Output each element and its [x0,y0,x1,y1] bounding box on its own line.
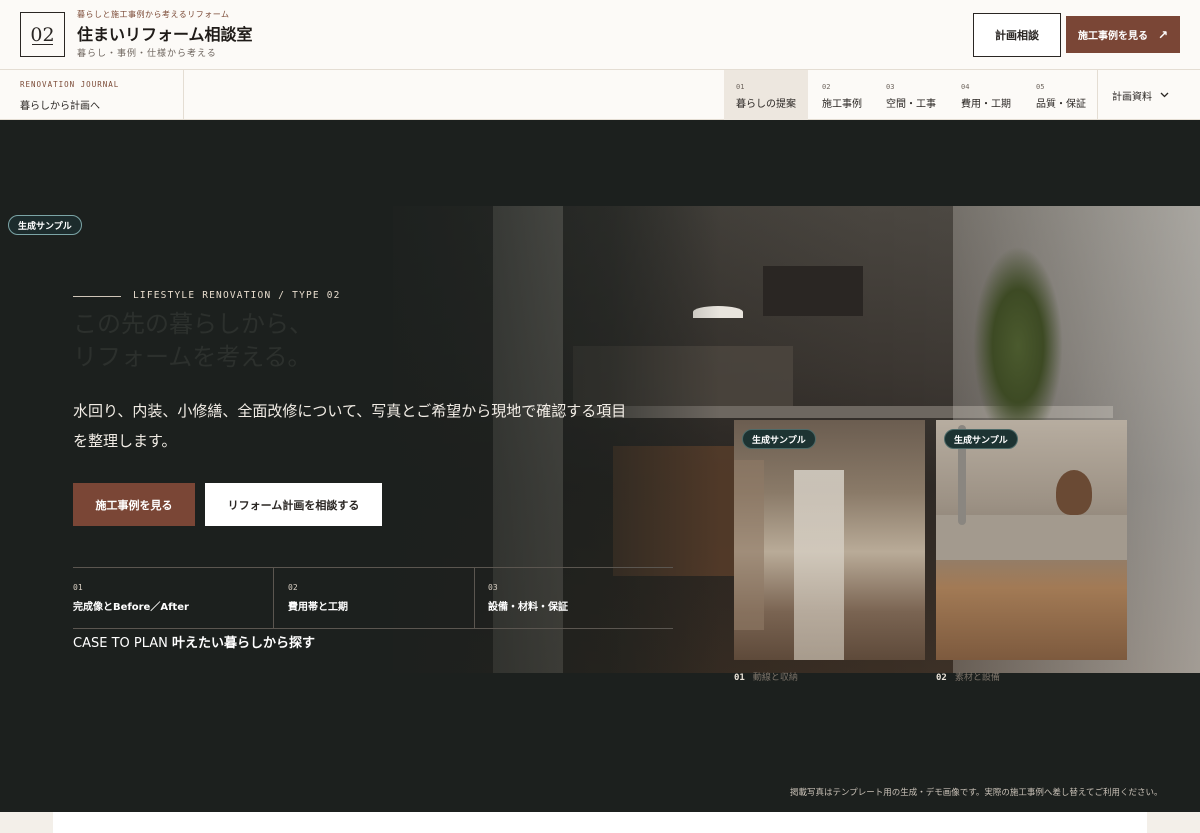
nav-item-number: 01 [736,83,745,91]
fact-divider [273,568,274,629]
plan-materials-dropdown[interactable]: 計画資料 [1097,70,1200,120]
case-card-number: 01 [734,673,745,683]
view-cases-button[interactable]: 施工事例を見る ↗ [1066,16,1180,53]
generated-sample-badge: 生成サンプル [944,429,1018,449]
hero-consult-label: リフォーム計画を相談する [227,498,360,512]
fact-label: 費用帯と工期 [288,602,348,613]
hero-section: 生成サンプル LIFESTYLE RENOVATION / TYPE 02 この… [0,120,1200,812]
fact-item[interactable]: 01 完成像とBefore／After [73,568,273,629]
nav-item-label: 施工事例 [822,99,862,110]
hero-eyebrow: LIFESTYLE RENOVATION / TYPE 02 [133,290,341,301]
hero-consult-button[interactable]: リフォーム計画を相談する [205,483,382,526]
nav-item-label: 費用・工期 [961,99,1011,110]
nav-item-number: 04 [961,83,970,91]
card-shelves [734,460,764,630]
chevron-down-icon [1160,92,1169,98]
hero-headline-line-1: この先の暮らしから、 [73,310,313,338]
nav-item-label: 暮らしの提案 [736,99,796,110]
card-vase [1056,470,1092,515]
fact-item[interactable]: 03 設備・材料・保証 [488,568,673,629]
fact-divider [474,568,475,629]
plan-consult-button[interactable]: 計画相談 [973,13,1061,57]
case-card-storage[interactable]: 生成サンプル [734,420,925,660]
nav-item-number: 03 [886,83,895,91]
hero-lead: 水回り、内装、小修繕、全面改修について、写真とご希望から現地で確認する項目を整理… [73,402,627,450]
case-card-caption: 02 素材と設備 [936,670,1000,683]
arrow-up-right-icon: ↗ [1157,27,1169,42]
nav-item-number: 02 [822,83,831,91]
eyebrow-rule [73,296,121,297]
demo-image-note: 掲載写真はテンプレート用の生成・デモ画像です。実際の施工事例へ差し替えてご利用く… [790,788,1163,798]
journal-block: RENOVATION JOURNAL 暮らしから計画へ [0,70,184,120]
case-to-plan[interactable]: CASE TO PLAN 叶えたい暮らしから探す [73,632,315,651]
case-card-caption-text: 動線と収納 [752,673,798,683]
case-card-caption-text: 素材と設備 [954,673,1000,683]
fact-number: 03 [488,583,498,592]
view-cases-label: 施工事例を見る [1077,31,1148,42]
case-card-caption: 01 動線と収納 [734,670,798,683]
logo-mark[interactable]: 02 [20,12,65,57]
nav-item-label: 品質・保証 [1036,99,1086,110]
brand-eyebrow: 暮らしと施工事例から考えるリフォーム [77,10,230,19]
site-header: 02 暮らしと施工事例から考えるリフォーム 住まいリフォーム相談室 暮らし・事例… [0,0,1200,70]
nav-item-lifestyle[interactable]: 01 暮らしの提案 [724,70,808,120]
site-subtitle: 暮らし・事例・仕様から考える [77,49,217,59]
hero-headline-line-2: リフォームを考える。 [73,343,312,371]
generated-sample-badge: 生成サンプル [742,429,816,449]
case-to-plan-text: 叶えたい暮らしから探す [172,636,316,651]
plan-consult-label: 計画相談 [995,29,1039,42]
hero-headline: この先の暮らしから、 リフォームを考える。 [73,308,313,374]
logo-underline [32,44,53,45]
section-nav: RENOVATION JOURNAL 暮らしから計画へ 01 暮らしの提案 02… [0,70,1200,120]
generated-sample-badge: 生成サンプル [8,215,82,235]
dropdown-label: 計画資料 [1112,91,1152,103]
case-card-materials[interactable]: 生成サンプル [936,420,1127,660]
fact-label: 完成像とBefore／After [73,602,189,613]
site-title[interactable]: 住まいリフォーム相談室 [77,21,253,45]
nav-item-cases[interactable]: 02 施工事例 [810,70,874,120]
fact-label: 設備・材料・保証 [488,602,568,613]
nav-item-quality[interactable]: 05 品質・保証 [1024,70,1097,120]
case-card-number: 02 [936,673,947,683]
nav-item-cost[interactable]: 04 費用・工期 [949,70,1024,120]
nav-item-space[interactable]: 03 空間・工事 [874,70,949,120]
journal-eyebrow: RENOVATION JOURNAL [20,80,120,89]
hero-view-cases-button[interactable]: 施工事例を見る [73,483,195,526]
next-section-top [53,812,1147,833]
hero-facts: 01 完成像とBefore／After 02 費用帯と工期 03 設備・材料・保… [73,567,673,629]
nav-item-number: 05 [1036,83,1045,91]
nav-item-label: 空間・工事 [886,99,936,110]
hero-gradient-overlay [0,120,720,812]
fact-item[interactable]: 02 費用帯と工期 [288,568,473,629]
logo-number: 02 [30,23,55,46]
card-doorway [794,470,844,660]
fact-number: 01 [73,583,83,592]
case-to-plan-prefix: CASE TO PLAN [73,636,168,651]
photo-hood [763,266,863,316]
photo-plant [973,246,1063,446]
hero-view-cases-label: 施工事例を見る [95,498,173,512]
journal-title: 暮らしから計画へ [20,101,100,112]
fact-number: 02 [288,583,298,592]
